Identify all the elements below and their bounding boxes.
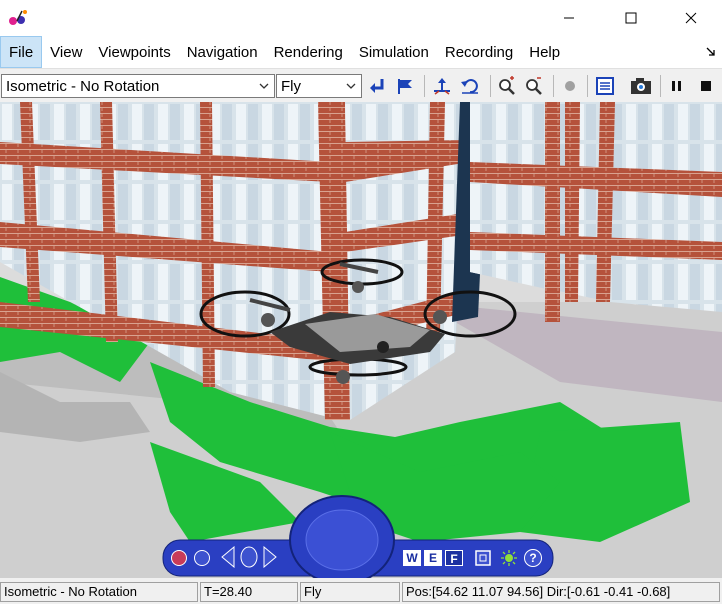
notes-button[interactable]	[593, 74, 617, 98]
return-icon	[370, 79, 384, 93]
record-icon	[565, 81, 575, 91]
stop-icon	[701, 81, 711, 91]
maximize-icon	[625, 12, 637, 24]
close-icon	[685, 12, 697, 24]
nav-left-arrow-icon[interactable]	[220, 546, 236, 568]
undo-move-button[interactable]	[458, 74, 482, 98]
straighten-up-button[interactable]	[430, 74, 454, 98]
notes-icon	[596, 77, 614, 95]
app-logo-icon	[9, 10, 27, 25]
navigation-mode-value: Fly	[281, 77, 301, 95]
menu-view[interactable]: View	[42, 36, 90, 68]
zoom-out-icon	[526, 77, 542, 95]
status-position: Pos:[54.62 11.07 94.56] Dir:[-0.61 -0.41…	[402, 582, 720, 602]
pause-icon	[672, 81, 681, 91]
menu-viewpoints[interactable]: Viewpoints	[90, 36, 178, 68]
minimize-icon	[564, 17, 574, 19]
viewpoint-select[interactable]: Isometric - No Rotation	[1, 74, 275, 98]
navigation-mode-select[interactable]: Fly	[276, 74, 362, 98]
toolbar: Isometric - No Rotation Fly	[0, 68, 722, 102]
menu-navigation[interactable]: Navigation	[179, 36, 266, 68]
title-bar	[0, 0, 722, 36]
zoom-out-button[interactable]	[522, 74, 546, 98]
menu-help[interactable]: Help	[521, 36, 568, 68]
undo-move-icon	[461, 79, 478, 94]
status-viewpoint: Isometric - No Rotation	[0, 582, 198, 602]
minimize-button[interactable]	[546, 0, 592, 36]
status-navigation-mode: Fly	[300, 582, 400, 602]
expand-arrow-icon[interactable]	[706, 46, 716, 56]
menu-bar: File View Viewpoints Navigation Renderin…	[0, 36, 722, 68]
menu-file[interactable]: File	[0, 36, 43, 68]
viewpoint-select-value: Isometric - No Rotation	[6, 77, 160, 95]
nav-minimize-button[interactable]	[194, 550, 210, 566]
3d-viewport[interactable]: W E F ?	[0, 102, 722, 578]
nav-help-button[interactable]: ?	[524, 549, 542, 567]
zoom-in-button[interactable]	[495, 74, 519, 98]
menu-rendering[interactable]: Rendering	[266, 36, 351, 68]
nav-walk-button[interactable]: W	[403, 550, 421, 566]
camera-icon	[631, 78, 651, 94]
nav-right-arrow-icon[interactable]	[262, 546, 278, 568]
menu-recording[interactable]: Recording	[437, 36, 521, 68]
capture-button[interactable]	[629, 74, 653, 98]
return-button[interactable]	[366, 74, 390, 98]
status-bar: Isometric - No Rotation T=28.40 Fly Pos:…	[0, 580, 722, 604]
maximize-button[interactable]	[608, 0, 654, 36]
flag-icon	[398, 79, 412, 94]
nav-headlight-icon[interactable]	[500, 549, 518, 567]
status-time: T=28.40	[200, 582, 298, 602]
pause-button[interactable]	[665, 74, 689, 98]
navigation-panel	[162, 495, 554, 578]
zoom-in-icon	[499, 76, 515, 95]
nav-fit-icon[interactable]	[474, 549, 492, 567]
record-button[interactable]	[558, 74, 582, 98]
menu-simulation[interactable]: Simulation	[351, 36, 437, 68]
nav-pan-icon[interactable]	[238, 546, 260, 568]
stop-button[interactable]	[694, 74, 718, 98]
nav-examine-button[interactable]: E	[424, 550, 442, 566]
straighten-up-icon	[434, 78, 450, 95]
nav-fly-button[interactable]: F	[445, 550, 463, 566]
close-button[interactable]	[668, 0, 714, 36]
go-to-viewpoint-button[interactable]	[393, 74, 417, 98]
chevron-down-icon	[346, 83, 356, 89]
chevron-down-icon	[259, 83, 269, 89]
nav-close-button[interactable]	[171, 550, 187, 566]
